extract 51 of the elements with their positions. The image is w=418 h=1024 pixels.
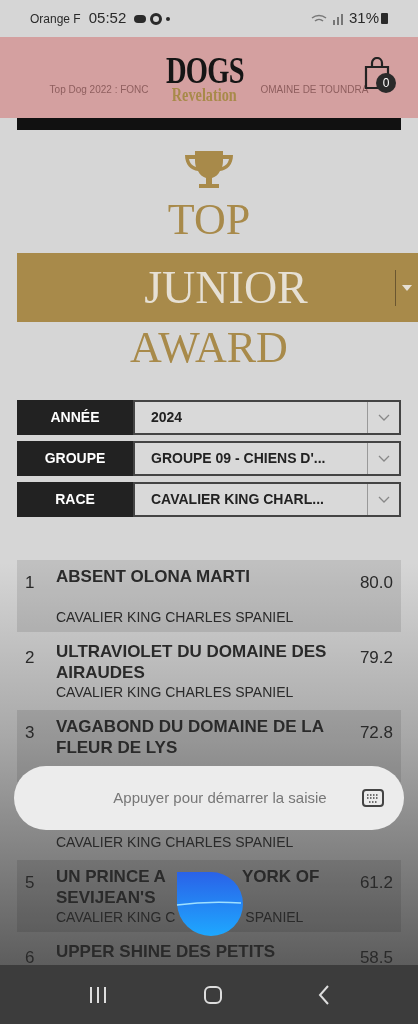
score: 79.2: [359, 647, 393, 669]
filter-label: ANNÉE: [17, 400, 133, 435]
score: 80.0: [359, 572, 393, 594]
dog-name: UN PRINCE A: [56, 866, 166, 887]
filter-value: GROUPE 09 - CHIENS D'...: [150, 449, 327, 468]
battery-icon: [381, 13, 388, 24]
breed-text: CAVALIER KING C: [56, 909, 176, 925]
breed-text: CAVALIER KING CHARLES SPANIEL: [56, 833, 294, 852]
rank-number: 3: [25, 722, 36, 744]
dog-name: ABSENT OLONA MARTI: [56, 566, 251, 587]
back-icon[interactable]: [318, 984, 331, 1005]
battery-text: 31%: [348, 8, 379, 29]
score: 58.5: [359, 947, 393, 965]
score: 61.2: [359, 872, 393, 894]
filter-value: CAVALIER KING CHARL...: [150, 490, 325, 509]
chevron-icon: [377, 414, 390, 421]
breed-text: CAVALIER KING CHARLES SPANIEL: [56, 683, 295, 701]
filter-select[interactable]: CAVALIER KING CHARL...: [133, 482, 401, 517]
home-icon[interactable]: [203, 984, 223, 1005]
score: 72.8: [359, 722, 393, 744]
rank-number: 2: [25, 647, 36, 669]
filter-label: RACE: [17, 482, 133, 517]
keyboard-icon[interactable]: [362, 789, 384, 807]
caret-icon: [402, 284, 412, 291]
chevron-icon: [377, 496, 390, 503]
carrier-text: Orange F: [30, 10, 81, 28]
dog-name: SEVIJEAN'S: [56, 887, 156, 908]
award-title: TOP: [167, 196, 251, 244]
dog-name: YORK OF: [241, 866, 320, 887]
rank-number: 5: [25, 872, 36, 894]
filter-label: GROUPE: [17, 441, 133, 476]
cart-badge: 0: [376, 73, 396, 93]
dog-name: VAGABOND DU DOMAINE DE LA FLEUR DE LYS: [56, 716, 325, 758]
recent-apps-icon[interactable]: [87, 985, 108, 1004]
award-subtitle: AWARD: [130, 324, 288, 372]
dog-name: UPPER SHINE DES PETITS: [56, 941, 277, 962]
category-text: JUNIOR: [143, 261, 309, 315]
breed-text: CAVALIER KING CHARLES SPANIEL: [56, 608, 295, 626]
voice-input-field[interactable]: Appuyer pour démarrer la saisie: [14, 766, 404, 830]
input-placeholder: Appuyer pour démarrer la saisie: [112, 787, 328, 808]
dog-name: ULTRAVIOLET DU DOMAINE DES AIRAUDES: [56, 641, 328, 683]
assistant-bubble-icon[interactable]: [175, 870, 243, 938]
filter-value: 2024: [150, 408, 184, 427]
breed-text: SPANIEL: [245, 909, 304, 925]
filter-select[interactable]: 2024: [133, 400, 401, 435]
chevron-icon: [377, 455, 390, 462]
clock: 05:52: [88, 8, 127, 29]
ticker-text: Top Dog 2022 : FONC: [49, 83, 149, 97]
signal-icon: [310, 12, 345, 25]
rank-number: 1: [25, 572, 36, 594]
filter-select[interactable]: GROUPE 09 - CHIENS D'...: [133, 441, 401, 476]
